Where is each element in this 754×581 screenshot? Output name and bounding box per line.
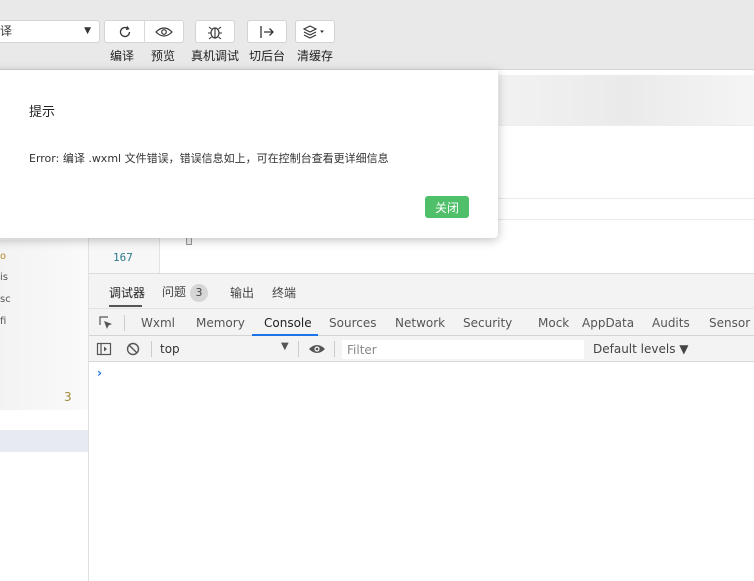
devtools-tabs: 调试器 问题 3 输出 终端: [89, 274, 754, 308]
eye-icon: [309, 345, 325, 353]
ide-window: 译 ▼ 编译 预览 真机调试 切后台 清缓存 o is sc fi 3 167 …: [0, 0, 754, 581]
panel-tab-network[interactable]: Network: [395, 316, 445, 330]
switch-background-icon: [260, 25, 274, 38]
clear-console-button[interactable]: [125, 341, 141, 360]
sidebar-selected-item[interactable]: [0, 430, 88, 452]
tab-output[interactable]: 输出: [230, 284, 254, 301]
live-expression-button[interactable]: [308, 342, 326, 359]
close-button[interactable]: 关闭: [425, 196, 469, 218]
remote-debug-button[interactable]: [195, 20, 235, 43]
error-dialog: 提示 Error: 编译 .wxml 文件错误，错误信息如上，可在控制台查看更详…: [0, 70, 498, 238]
layers-icon: [303, 24, 324, 39]
panel-tabs: Wxml Memory Console Sources Network Secu…: [89, 308, 754, 336]
panel-tab-audits[interactable]: Audits: [652, 316, 690, 330]
compile-preview-group: [104, 20, 184, 43]
sidebar-count: 3: [64, 390, 72, 404]
clear-icon: [126, 342, 140, 356]
preview-button[interactable]: [145, 21, 183, 42]
devtools-panel: 调试器 问题 3 输出 终端 Wxml Memory Console Source…: [89, 273, 754, 581]
log-levels-select[interactable]: Default levels ▼: [593, 342, 689, 356]
sidebar-fragment: sc: [0, 294, 11, 305]
panel-tab-sources[interactable]: Sources: [329, 316, 376, 330]
divider: [334, 341, 335, 357]
dialog-title: 提示: [29, 105, 56, 120]
preview-label: 预览: [151, 49, 176, 63]
divider: [298, 341, 299, 357]
remote-debug-label: 真机调试: [191, 49, 240, 63]
panel-tab-memory[interactable]: Memory: [196, 316, 245, 330]
eye-icon: [155, 26, 173, 37]
compile-button[interactable]: [105, 21, 144, 42]
divider: [124, 315, 125, 331]
filter-input[interactable]: [342, 340, 584, 359]
sidebar-blurred-content: [0, 240, 88, 410]
toolbar: 译 ▼ 编译 预览 真机调试 切后台 清缓存: [0, 0, 754, 70]
tab-problems[interactable]: 问题 3: [162, 283, 209, 302]
clear-cache-label: 清缓存: [297, 49, 334, 63]
panel-tab-mock[interactable]: Mock: [538, 316, 569, 330]
background-label: 切后台: [249, 49, 286, 63]
sidebar-toggle-icon: [96, 342, 112, 356]
chevron-down-icon[interactable]: ▼: [281, 341, 289, 352]
editor-blurred-content: [499, 75, 754, 125]
panel-tab-appdata[interactable]: AppData: [582, 316, 634, 330]
active-tab-indicator: [109, 305, 142, 307]
compile-mode-value: 译: [0, 24, 13, 38]
clear-cache-button[interactable]: [295, 20, 335, 43]
compile-mode-select[interactable]: 译 ▼: [0, 20, 100, 43]
problems-count-badge: 3: [190, 284, 209, 302]
panel-tab-console[interactable]: Console: [264, 316, 312, 330]
tab-terminal[interactable]: 终端: [272, 284, 296, 301]
console-toolbar: top ▼ Default levels ▼: [89, 336, 754, 362]
console-prompt-icon[interactable]: ›: [97, 366, 102, 380]
divider: [151, 341, 152, 357]
toggle-sidebar-button[interactable]: [96, 341, 112, 360]
background-button[interactable]: [247, 20, 287, 43]
line-number: 167: [113, 251, 133, 264]
sidebar-fragment: o: [0, 251, 7, 262]
panel-tab-sensor[interactable]: Sensor: [709, 316, 750, 330]
sidebar-fragment: is: [0, 272, 8, 283]
sidebar-fragment: fi: [0, 316, 7, 327]
panel-tab-wxml[interactable]: Wxml: [141, 316, 175, 330]
dialog-message: Error: 编译 .wxml 文件错误，错误信息如上，可在控制台查看更详细信息: [29, 152, 389, 165]
compile-label: 编译: [110, 49, 135, 63]
bug-icon: [208, 26, 222, 39]
inspect-cursor-icon: [99, 316, 112, 329]
refresh-icon: [119, 25, 130, 37]
chevron-down-icon: ▼: [84, 26, 91, 36]
tab-problems-label: 问题: [162, 285, 187, 299]
context-select[interactable]: top: [160, 342, 180, 356]
tab-debugger[interactable]: 调试器: [109, 284, 145, 301]
inspect-element-button[interactable]: [98, 315, 114, 334]
panel-tab-security[interactable]: Security: [463, 316, 512, 330]
